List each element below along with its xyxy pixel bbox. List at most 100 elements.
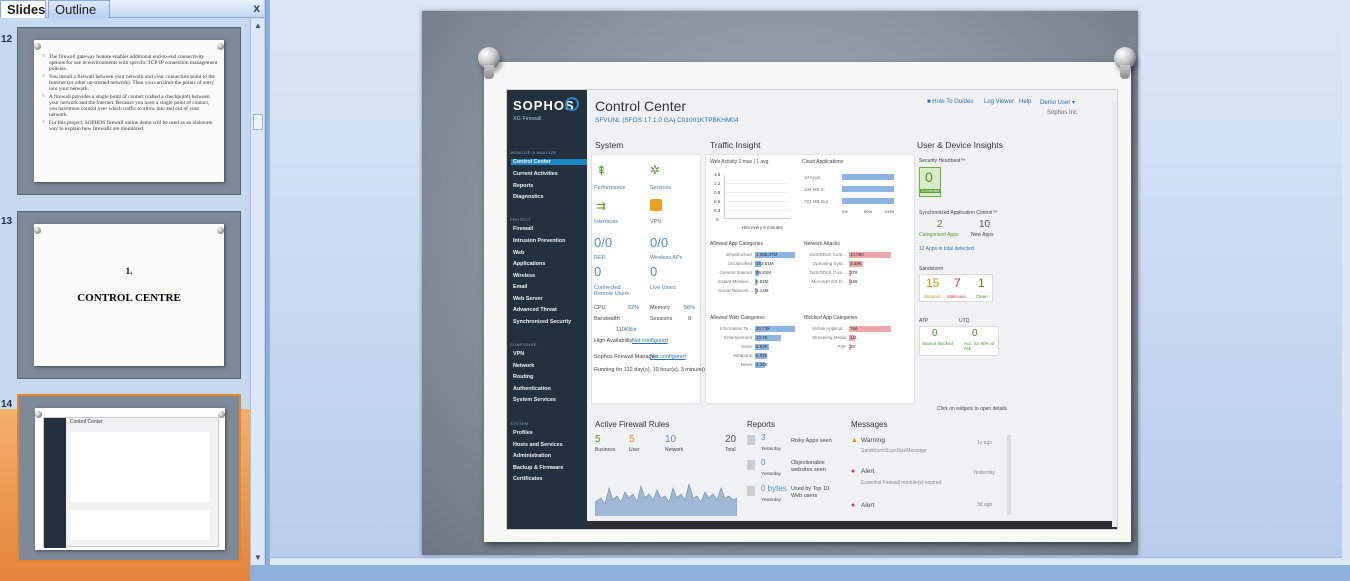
wireless-label: Wireless APs [650, 255, 683, 261]
utq-label: Acc. for 80% of risk [964, 341, 995, 351]
ytick: 1.2 [714, 181, 721, 186]
nav-item[interactable]: Synchronized Security [513, 319, 571, 325]
log-viewer-link[interactable]: Log Viewer [984, 99, 1014, 105]
user-menu[interactable]: Demo User ▾ [1040, 99, 1075, 106]
scroll-up-icon[interactable]: ▲ [251, 19, 265, 33]
category-bar[interactable]: 5.01K [755, 353, 768, 359]
nav-item[interactable]: Firewall [513, 226, 533, 232]
category-bar[interactable]: 20.73K [755, 326, 795, 332]
slide-thumbnail-13[interactable]: 1. CONTROL CENTRE [17, 211, 241, 379]
category-bar[interactable]: 379 [849, 270, 858, 276]
pin-icon [218, 411, 225, 418]
vpn-label: VPN [650, 219, 662, 225]
report-icon [747, 460, 755, 470]
editor-hscrollbar[interactable] [270, 557, 1342, 565]
report-label[interactable]: Objectionable websites seen [791, 460, 835, 474]
close-pane-icon[interactable]: x [253, 1, 260, 15]
category-label: None [741, 344, 752, 349]
atp-utq-box[interactable]: 0 Source blocked 0 Acc. for 80% of risk [919, 326, 999, 356]
category-bar[interactable]: 1,085.37M [755, 252, 795, 258]
tab-outline[interactable]: Outline [48, 0, 110, 18]
slides-pane: Slides Outline x 12 The firewall gateway… [0, 0, 266, 581]
category-bar[interactable]: 4.34K [755, 362, 768, 368]
nav-item[interactable]: VPN [513, 351, 524, 357]
category-bar[interactable]: 3.49K [849, 261, 863, 267]
category-bar[interactable]: 95.81M [755, 270, 771, 276]
system-panel[interactable]: ⇞ Performance ✲ Services ⇉ Interfaces VP… [591, 154, 708, 404]
services-icon: ✲ [650, 163, 661, 177]
apps-detected-link[interactable]: 12 Apps in total detected [919, 246, 974, 252]
howto-link[interactable]: ■ How-To Guides [927, 99, 973, 105]
user-panel[interactable]: Security Heartbeat™ 0 Connected Synchron… [917, 154, 1013, 404]
nav-item[interactable]: Current Activities [513, 171, 558, 177]
sfm-label: Sophos Firewall Manager: [594, 354, 658, 360]
message-title[interactable]: Alert [861, 502, 874, 509]
alert-icon: ● [851, 468, 856, 475]
nav-item[interactable]: Routing [513, 374, 533, 380]
traffic-panel[interactable]: Web Activity 1 max | 1 avg 1.5 1.2 0.9 0… [705, 154, 915, 404]
ytick: 0.3 [714, 208, 721, 213]
nav-item[interactable]: Reports [513, 183, 533, 189]
help-link[interactable]: Help [1019, 99, 1031, 105]
services-label: Services [650, 185, 672, 191]
nav-item[interactable]: Network [513, 363, 534, 369]
category-bar[interactable]: 766 [849, 326, 891, 332]
nav-item[interactable]: Diagnostics [513, 194, 544, 200]
category-bar[interactable]: 13.7K [755, 335, 781, 341]
nav-item[interactable]: Email [513, 284, 527, 290]
nav-item[interactable]: Authentication [513, 386, 551, 392]
tab-slides[interactable]: Slides [0, 0, 46, 18]
slide-thumbnail-12[interactable]: The firewall gateway feature enables add… [17, 27, 241, 195]
messages-scrollbar[interactable] [1007, 435, 1011, 515]
category-bar[interactable]: 111 [849, 335, 857, 341]
category-label: Entertainment [723, 335, 752, 340]
nav-item[interactable]: Hosts and Services [513, 442, 563, 448]
message-title[interactable]: Alert [861, 468, 874, 475]
heartbeat-box[interactable]: 0 Connected [919, 167, 941, 197]
category-bar[interactable]: 30 [849, 344, 855, 350]
category-bar[interactable]: 156 [849, 279, 858, 285]
slide-canvas[interactable]: SOPHOS XG Firewall MONITOR & ANALYZE Con… [422, 11, 1138, 555]
category-bar[interactable]: 6.52K [755, 344, 769, 350]
nav-item-control-center[interactable]: Control Center [511, 159, 587, 165]
nav-section: SYSTEM [510, 421, 529, 426]
ha-link[interactable]: Not configured [632, 338, 668, 344]
bandwidth-label: Bandwidth [594, 316, 620, 322]
sfm-link[interactable]: Not configured [650, 354, 686, 360]
vpn-warning-icon [650, 199, 662, 211]
nav-item[interactable]: System Services [513, 397, 556, 403]
howto-label: How-To Guides [932, 99, 974, 105]
slide-thumbnail-14[interactable]: Control Center [17, 394, 241, 562]
nav-item[interactable]: Administration [513, 453, 551, 459]
malicious-label: Malicious [947, 294, 966, 299]
nav-item[interactable]: Advanced Threat [513, 307, 557, 313]
user-rules-value: 5 [629, 434, 635, 445]
nav-item[interactable]: Wireless [513, 273, 535, 279]
nav-item[interactable]: Applications [513, 261, 545, 267]
nav-item[interactable]: Web Server [513, 296, 543, 302]
report-label[interactable]: Risky Apps seen [791, 438, 832, 444]
report-label[interactable]: Used by Top 10 Web users [791, 486, 835, 500]
scroll-down-icon[interactable]: ▼ [251, 551, 265, 565]
editor-scrollbar[interactable] [1342, 0, 1350, 565]
ytick: 0.9 [714, 190, 721, 195]
reports-heading: Reports [747, 420, 776, 429]
nav-item[interactable]: Profiles [513, 430, 533, 436]
report-sub: Yesterday [761, 497, 781, 502]
category-bar[interactable]: 163.61M [755, 261, 774, 267]
category-label: Information Te... [719, 326, 752, 331]
thumbnail-scrollbar[interactable]: ▲ ▼ [250, 19, 264, 565]
sandstorm-box[interactable]: 15 Suspect 7 Malicious 1 Clean [919, 274, 993, 302]
pin-icon [34, 43, 41, 50]
message-title[interactable]: Warning [861, 437, 885, 444]
nav-item[interactable]: Backup & Firmware [513, 465, 563, 471]
scroll-thumb[interactable] [253, 114, 263, 130]
cloud-bar [842, 186, 894, 192]
nav-item[interactable]: Intrusion Prevention [513, 238, 565, 244]
nav-item[interactable]: Certificates [513, 476, 542, 482]
sandstorm-title: Sandstorm [919, 266, 944, 272]
nav-item[interactable]: Web [513, 250, 524, 256]
category-bar[interactable]: 6.82M [755, 279, 769, 285]
category-bar[interactable]: 10.09K [849, 252, 891, 258]
category-bar[interactable]: 4.13M [755, 288, 769, 294]
